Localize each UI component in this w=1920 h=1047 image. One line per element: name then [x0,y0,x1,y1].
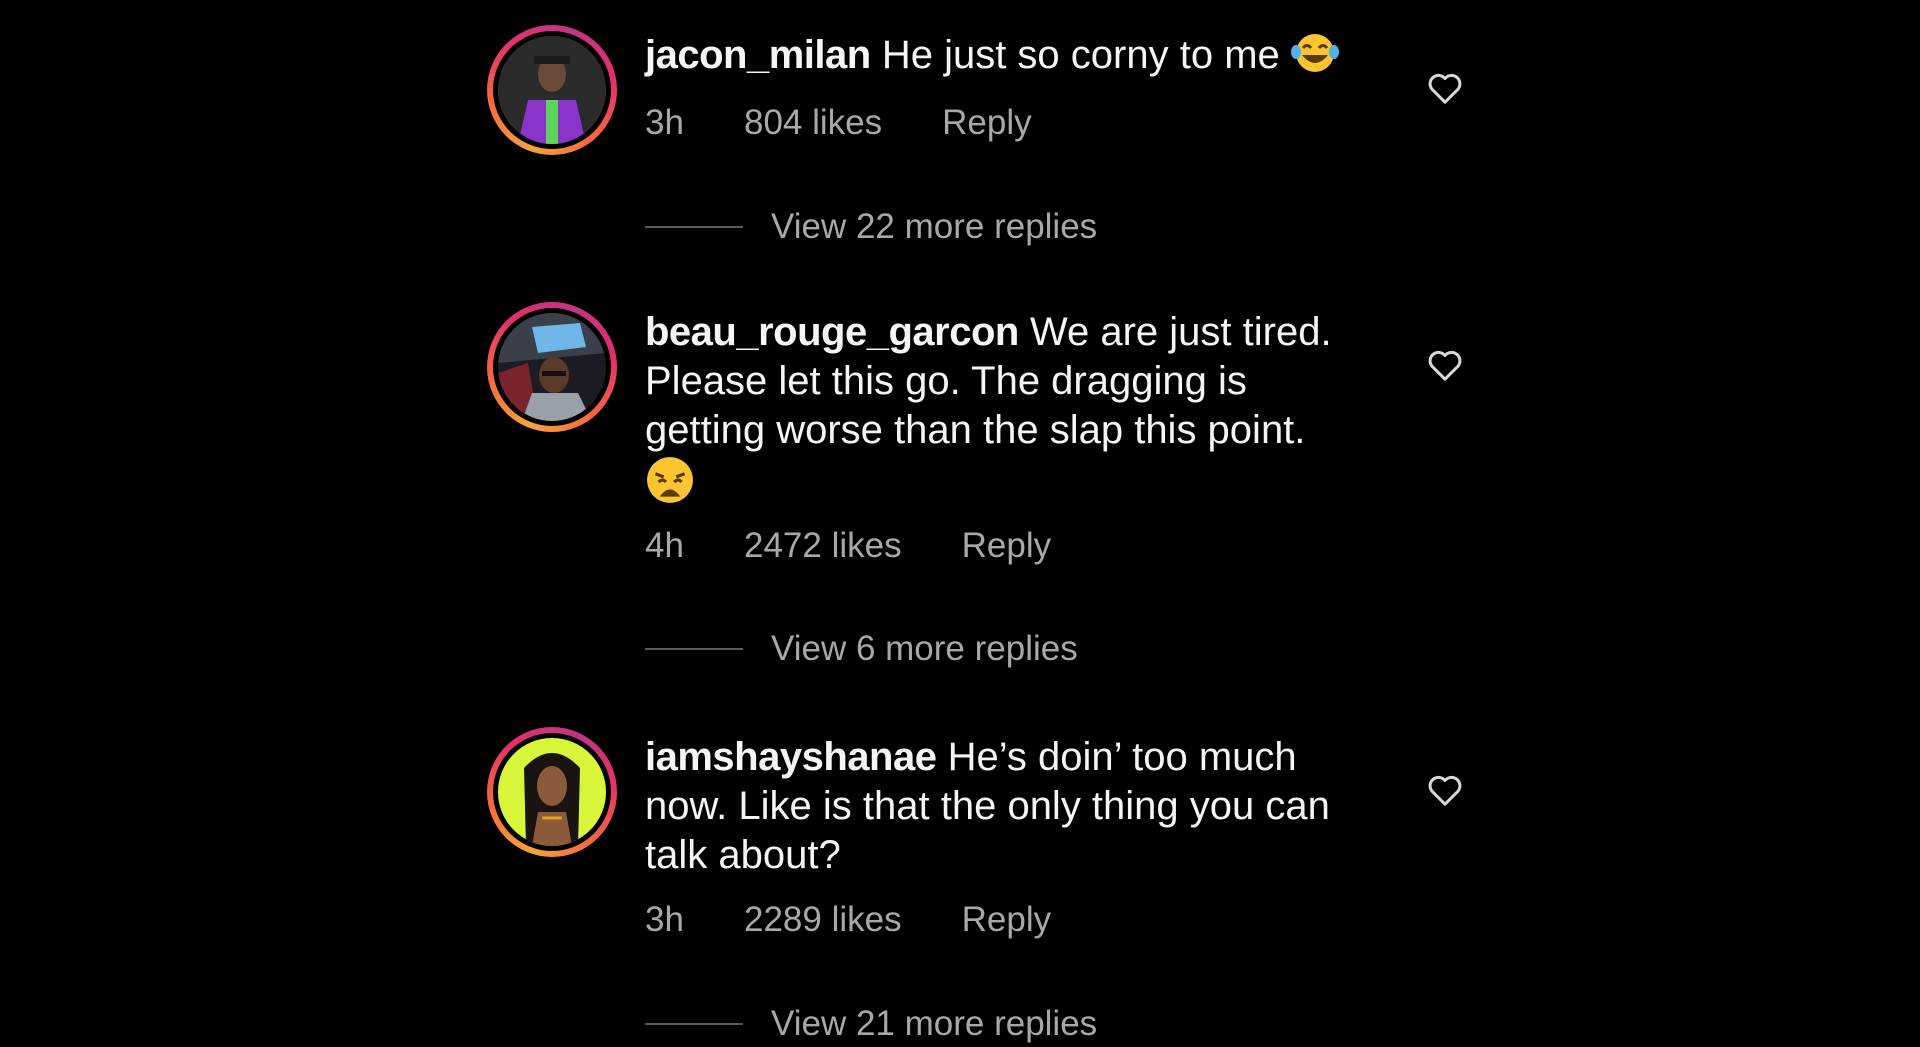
avatar-figure [498,313,606,421]
like-heart-icon[interactable] [1425,345,1465,385]
story-ring[interactable] [487,25,617,155]
comment-likes[interactable]: 804 likes [744,103,882,143]
weary-face-emoji-icon [645,455,695,517]
divider-line [645,226,743,228]
view-replies-button[interactable]: View 22 more replies [645,207,1097,247]
view-replies-button[interactable]: View 6 more replies [645,629,1078,669]
comment-likes[interactable]: 2289 likes [744,900,902,940]
view-replies-label[interactable]: View 22 more replies [771,207,1097,247]
comment-time: 3h [645,900,684,939]
comment-body: jacon_milan He just so corny to me [645,31,1375,86]
reply-button[interactable]: Reply [942,103,1031,143]
view-replies-button[interactable]: View 21 more replies [645,1004,1097,1044]
laughing-tears-emoji-icon [1290,32,1339,86]
comment-username[interactable]: beau_rouge_garcon [645,310,1019,354]
comment-text: He just so corny to me [881,33,1280,77]
story-ring[interactable] [487,302,617,432]
like-heart-icon[interactable] [1425,68,1465,108]
story-ring[interactable] [487,727,617,857]
avatar-figure [498,738,606,846]
comment-username[interactable]: iamshayshanae [645,735,937,779]
comment-username[interactable]: jacon_milan [645,33,871,77]
avatar [498,36,606,144]
avatar-figure [498,36,606,144]
reply-button[interactable]: Reply [962,526,1051,566]
comment-meta: 3h 804 likes Reply [645,103,1032,143]
like-heart-icon[interactable] [1425,770,1465,810]
comment-meta: 4h 2472 likes Reply [645,526,1051,566]
view-replies-label[interactable]: View 6 more replies [771,629,1078,669]
comment-meta: 3h 2289 likes Reply [645,900,1051,940]
divider-line [645,1023,743,1025]
avatar [498,313,606,421]
comment-time: 4h [645,526,684,565]
comment-likes[interactable]: 2472 likes [744,526,902,566]
avatar [498,738,606,846]
comment-body: iamshayshanae He’s doin’ too much now. L… [645,733,1375,880]
divider-line [645,648,743,650]
comment-time: 3h [645,103,684,142]
comment-body: beau_rouge_garcon We are just tired. Ple… [645,308,1375,517]
view-replies-label[interactable]: View 21 more replies [771,1004,1097,1044]
reply-button[interactable]: Reply [962,900,1051,940]
